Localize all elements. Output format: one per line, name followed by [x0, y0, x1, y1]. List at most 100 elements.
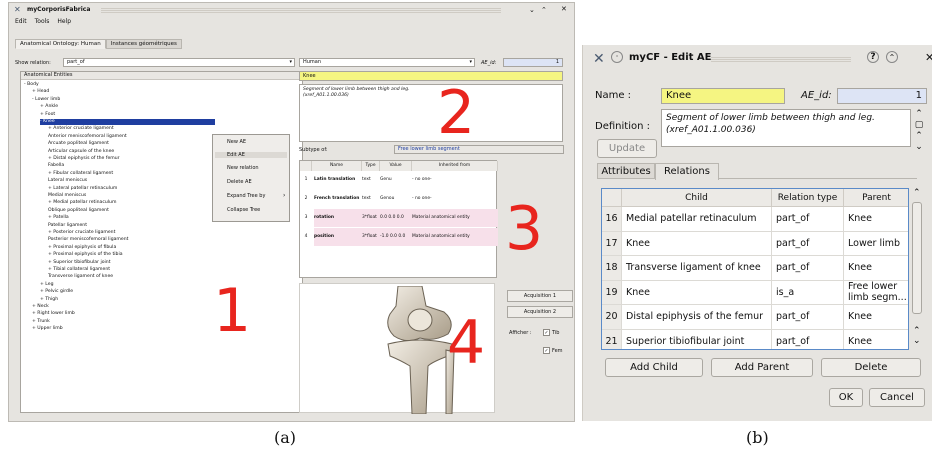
- attr-cell-name[interactable]: position: [314, 228, 362, 246]
- tree-node[interactable]: + Foot: [40, 112, 55, 118]
- relation-cell-type[interactable]: part_of: [772, 329, 844, 349]
- update-button[interactable]: Update: [597, 139, 657, 158]
- table-row[interactable]: 21 Superior tibiofibular joint part_of Knee: [602, 329, 908, 350]
- table-row[interactable]: 19 Knee is_a Free lower limb segm...: [602, 280, 908, 305]
- ae-id-input[interactable]: 1: [837, 88, 927, 104]
- tree-node[interactable]: Anterior meniscofemoral ligament: [48, 134, 127, 140]
- minimize-icon[interactable]: ⌄: [529, 6, 535, 14]
- show-relation-select[interactable]: part_of ▾: [63, 58, 295, 67]
- tree-node[interactable]: + Leg: [40, 282, 54, 288]
- tree-node[interactable]: + Thigh: [40, 297, 58, 303]
- table-row[interactable]: 17 Knee part_of Lower limb: [602, 231, 908, 256]
- relation-cell-parent[interactable]: Free lower limb segm...: [844, 281, 908, 305]
- attr-cell-name[interactable]: rotation: [314, 209, 362, 227]
- ae-definition-field[interactable]: Segment of lower limb between thigh and …: [299, 84, 563, 142]
- ctx-new-relation[interactable]: New relation: [227, 165, 259, 171]
- tree-node[interactable]: + Patella: [48, 215, 69, 221]
- relation-cell-type[interactable]: part_of: [772, 207, 844, 231]
- ctx-collapse-tree[interactable]: Collapse Tree: [227, 207, 260, 213]
- relation-cell-child[interactable]: Distal epiphysis of the femur: [622, 305, 772, 329]
- tree-node[interactable]: Patellar ligament: [48, 223, 87, 229]
- attr-cell-idx[interactable]: 4: [300, 228, 312, 246]
- attr-cell-name[interactable]: French translation: [314, 190, 362, 208]
- attr-cell-inherited[interactable]: Material anatomical entity: [412, 228, 498, 246]
- attr-cell-idx[interactable]: 2: [300, 190, 312, 208]
- tree-node[interactable]: - Body: [24, 82, 39, 88]
- ae-name-field[interactable]: Knee: [299, 71, 563, 81]
- tree-node[interactable]: + Ankle: [40, 104, 58, 110]
- tree-node[interactable]: Lateral meniscus: [48, 178, 87, 184]
- tree-node[interactable]: - Knee: [40, 119, 215, 125]
- close-icon[interactable]: ✕: [925, 51, 932, 64]
- tree-node[interactable]: + Pelvic girdle: [40, 289, 73, 295]
- attributes-table[interactable]: Name Type Value Inherited from 1 Latin tr…: [299, 160, 498, 278]
- attr-cell-type[interactable]: text: [362, 190, 380, 208]
- name-input[interactable]: Knee: [661, 88, 785, 104]
- delete-button[interactable]: Delete: [821, 358, 921, 377]
- relation-cell-parent[interactable]: Knee: [844, 207, 908, 231]
- tree-node[interactable]: + Neck: [32, 304, 49, 310]
- tree-node[interactable]: Medial meniscus: [48, 193, 86, 199]
- pin-icon[interactable]: ·: [611, 51, 623, 63]
- relation-cell-child[interactable]: Medial patellar retinaculum: [622, 207, 772, 231]
- relation-cell-parent[interactable]: Lower limb: [844, 232, 908, 256]
- relation-cell-type[interactable]: part_of: [772, 256, 844, 280]
- attr-cell-inherited[interactable]: - no one-: [412, 190, 498, 208]
- attr-cell-value[interactable]: 0.0 0.0 0.0: [380, 209, 412, 227]
- tree-node[interactable]: + Superior tibiofibular joint: [48, 260, 111, 266]
- attr-cell-value[interactable]: Genu: [380, 171, 412, 189]
- add-child-button[interactable]: Add Child: [605, 358, 703, 377]
- attr-cell-idx[interactable]: 3: [300, 209, 312, 227]
- definition-scrollbar[interactable]: ⌃ ▢ ⌃ ⌄: [913, 109, 925, 157]
- ctx-delete-ae[interactable]: Delete AE: [227, 179, 252, 185]
- relation-cell-child[interactable]: Superior tibiofibular joint: [622, 329, 772, 349]
- tree-node[interactable]: + Right lower limb: [32, 311, 75, 317]
- tree-node[interactable]: Articular capsule of the knee: [48, 149, 114, 155]
- tree-node[interactable]: Oblique popliteal ligament: [48, 208, 109, 214]
- acquisition-2-button[interactable]: Acquisition 2: [507, 306, 573, 318]
- acquisition-1-button[interactable]: Acquisition 1: [507, 290, 573, 302]
- close-icon[interactable]: ✕: [561, 5, 567, 13]
- tree-node[interactable]: + Medial patellar retinaculum: [48, 200, 116, 206]
- tib-checkbox[interactable]: ✓ Tib: [543, 329, 559, 336]
- attr-cell-inherited[interactable]: Material anatomical entity: [412, 209, 498, 227]
- relation-cell-child[interactable]: Knee: [622, 231, 772, 255]
- context-menu[interactable]: New AE Edit AE New relation Delete AE Ex…: [212, 134, 290, 222]
- tree-node[interactable]: + Trunk: [32, 319, 50, 325]
- relation-cell-type[interactable]: part_of: [772, 231, 844, 255]
- table-row[interactable]: 18 Transverse ligament of knee part_of Knee: [602, 256, 908, 281]
- tree-node[interactable]: + Distal epiphysis of the femur: [48, 156, 120, 162]
- menu-help[interactable]: Help: [57, 18, 71, 25]
- relation-cell-parent[interactable]: Knee: [844, 256, 908, 280]
- menu-tools[interactable]: Tools: [35, 18, 50, 25]
- help-icon[interactable]: ?: [867, 51, 879, 63]
- relation-cell-parent[interactable]: Knee: [844, 330, 908, 350]
- tab-relations[interactable]: Relations: [655, 163, 719, 180]
- attr-cell-value[interactable]: Genou: [380, 190, 412, 208]
- shade-icon[interactable]: ⌃: [886, 51, 898, 63]
- tree-node[interactable]: + Lateral patellar retinaculum: [48, 186, 117, 192]
- tree-node[interactable]: Posterior meniscofemoral ligament: [48, 237, 128, 243]
- tree-node[interactable]: - Lower limb: [32, 97, 60, 103]
- ae-id-field[interactable]: 1: [503, 58, 563, 67]
- attr-cell-inherited[interactable]: - no one-: [412, 171, 498, 189]
- table-row[interactable]: 16 Medial patellar retinaculum part_of Knee: [602, 207, 908, 232]
- ctx-expand-tree[interactable]: Expand Tree by: [227, 193, 265, 199]
- tree-node[interactable]: + Tibial collateral ligament: [48, 267, 110, 273]
- attr-cell-name[interactable]: Latin translation: [314, 171, 362, 189]
- table-row[interactable]: 20 Distal epiphysis of the femur part_of Kn…: [602, 305, 908, 330]
- tree-node[interactable]: Arcuate popliteal ligament: [48, 141, 109, 147]
- scrollbar-thumb[interactable]: [912, 202, 922, 314]
- fem-checkbox[interactable]: ✓ Fem: [543, 347, 563, 354]
- species-select[interactable]: Human ▾: [299, 58, 475, 67]
- add-parent-button[interactable]: Add Parent: [711, 358, 813, 377]
- subtype-field[interactable]: Free lower limb segment: [394, 145, 564, 154]
- tree-node[interactable]: Fabella: [48, 163, 64, 169]
- maximize-icon[interactable]: ⌃: [541, 6, 547, 14]
- cancel-button[interactable]: Cancel: [869, 388, 925, 407]
- tab-instances[interactable]: Instances géométriques: [105, 39, 182, 49]
- tab-anatomical-ontology[interactable]: Anatomical Ontology: Human: [15, 39, 106, 49]
- relation-cell-parent[interactable]: Knee: [844, 305, 908, 329]
- attr-cell-idx[interactable]: 1: [300, 171, 312, 189]
- tree-node[interactable]: + Proximal epiphysis of the tibia: [48, 252, 123, 258]
